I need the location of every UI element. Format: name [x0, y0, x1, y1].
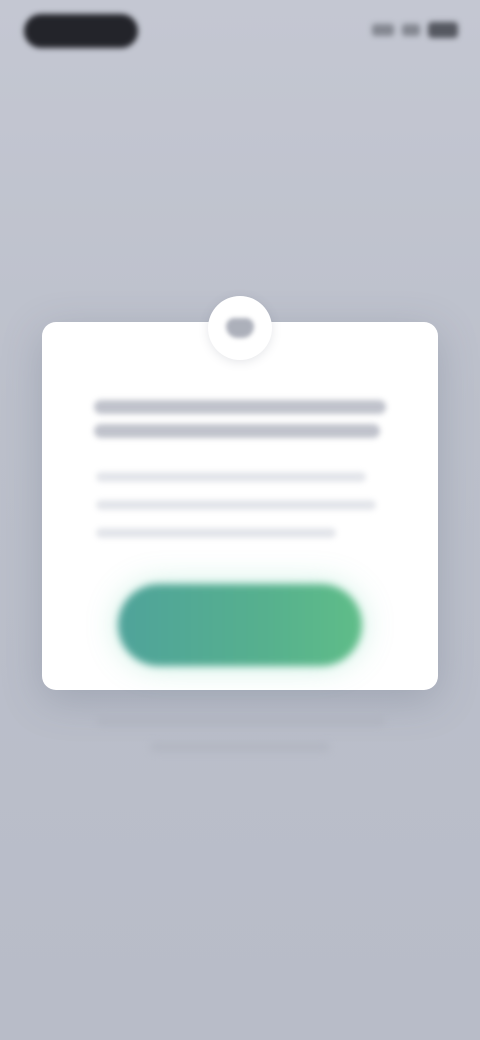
status-bar	[0, 0, 480, 60]
status-time-pill	[24, 14, 138, 48]
cellular-signal-icon	[372, 24, 394, 36]
modal-dialog	[42, 322, 438, 690]
footnote-line	[96, 716, 386, 726]
battery-icon	[428, 22, 458, 38]
notification-icon	[226, 318, 254, 338]
status-indicators	[372, 22, 458, 38]
dialog-badge-icon	[208, 296, 272, 360]
dialog-message-line	[96, 472, 366, 482]
dialog-message-line	[96, 528, 336, 538]
dialog-title-line	[94, 424, 380, 438]
wifi-icon	[402, 24, 420, 36]
dialog-message-line	[96, 500, 376, 510]
dialog-title-line	[94, 400, 386, 414]
footnote-line	[150, 742, 330, 752]
primary-action-button[interactable]	[118, 584, 362, 666]
